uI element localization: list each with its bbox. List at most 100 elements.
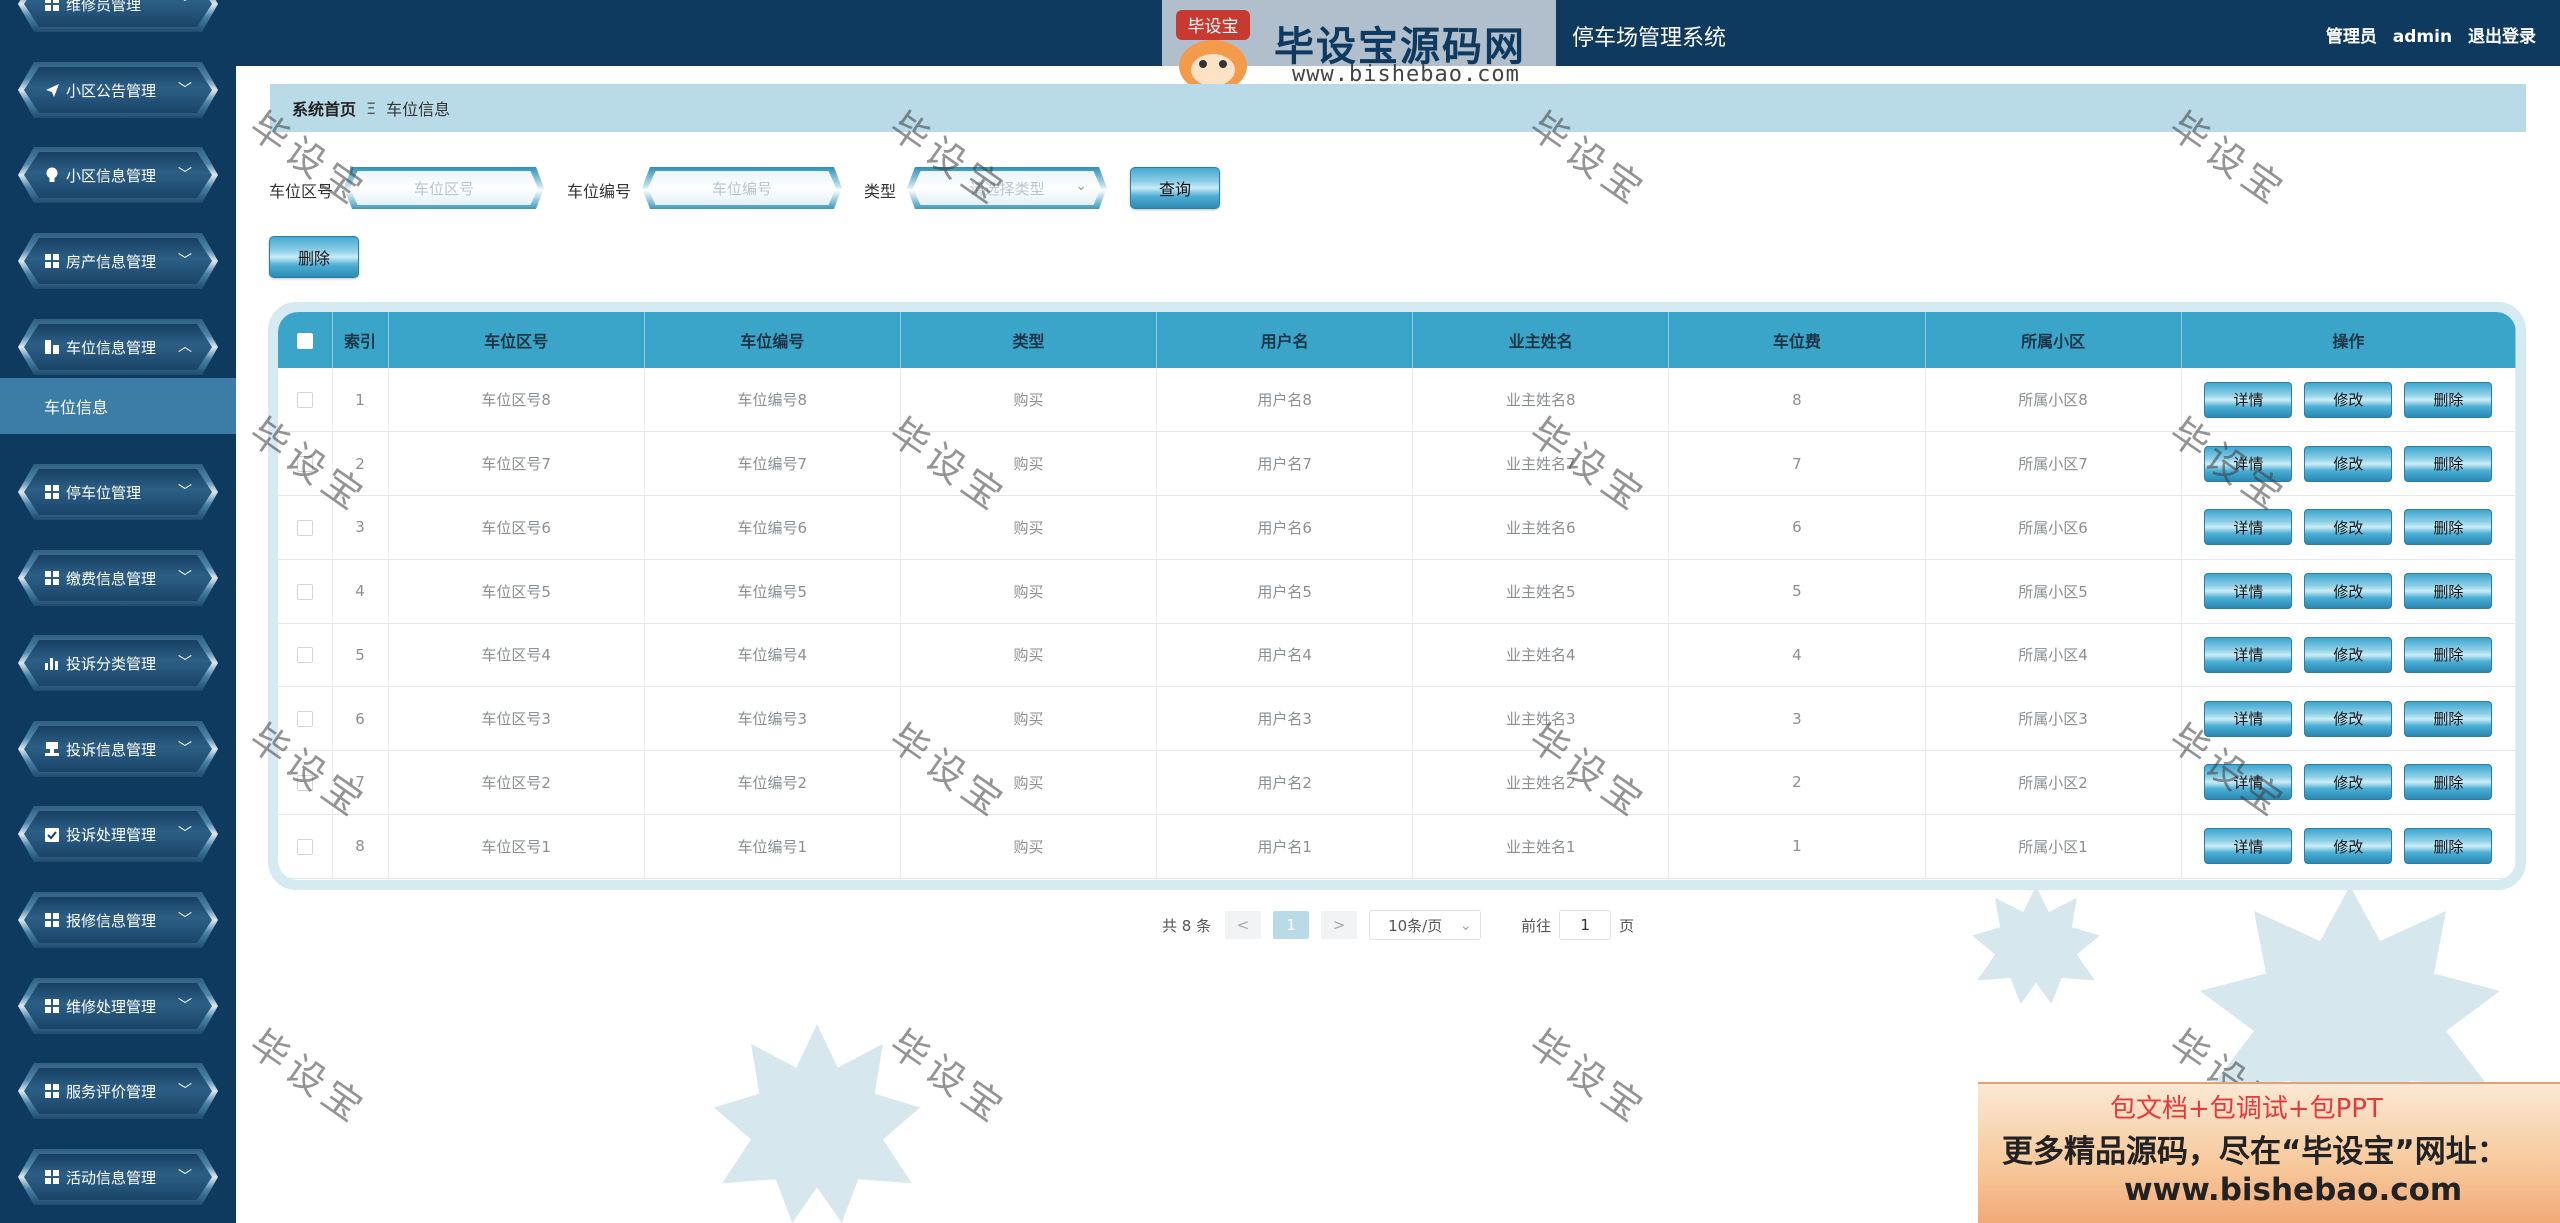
- detail-button[interactable]: 详情: [2204, 764, 2293, 801]
- sidebar-item[interactable]: 投诉处理管理 ﹀: [18, 806, 218, 862]
- row-checkbox[interactable]: [296, 647, 313, 664]
- breadcrumb-home[interactable]: 系统首页: [292, 96, 356, 120]
- row-checkbox[interactable]: [296, 456, 313, 473]
- table-row: 1 车位区号8 车位编号8 购买 用户名8 业主姓名8 8 所属小区8 详情 修改 删除: [278, 368, 2516, 433]
- delete-button[interactable]: 删除: [2404, 828, 2493, 865]
- batch-delete-button[interactable]: 删除: [269, 236, 359, 278]
- detail-button[interactable]: 详情: [2204, 445, 2293, 482]
- cell-number: 车位编号3: [644, 686, 901, 751]
- row-checkbox[interactable]: [296, 519, 313, 536]
- query-button[interactable]: 查询: [1130, 167, 1220, 209]
- edit-button[interactable]: 修改: [2304, 381, 2393, 418]
- sidebar-item[interactable]: 维修员管理 ﹀: [18, 0, 218, 32]
- delete-button[interactable]: 删除: [2404, 636, 2493, 673]
- cell-fee: 2: [1668, 750, 1926, 815]
- page-1-button[interactable]: 1: [1273, 911, 1310, 939]
- edit-button[interactable]: 修改: [2304, 700, 2393, 737]
- detail-button[interactable]: 详情: [2204, 828, 2293, 865]
- sidebar-item[interactable]: 小区信息管理 ﹀: [18, 147, 218, 203]
- number-label: 车位编号: [567, 182, 632, 201]
- select-all-checkbox[interactable]: [296, 333, 313, 349]
- prev-page-button[interactable]: <: [1225, 911, 1262, 939]
- row-checkbox[interactable]: [296, 392, 313, 409]
- sidebar-item[interactable]: 缴费信息管理 ﹀: [18, 550, 218, 606]
- sidebar-subitem-parking-info[interactable]: 车位信息: [0, 378, 236, 434]
- row-select-cell[interactable]: [278, 431, 333, 496]
- sidebar-item-label: 小区信息管理: [66, 166, 157, 185]
- cell-zone: 车位区号4: [388, 623, 645, 688]
- page-size-select[interactable]: 10条/页 ⌄: [1369, 910, 1482, 940]
- edit-button[interactable]: 修改: [2304, 509, 2393, 546]
- delete-button[interactable]: 删除: [2404, 700, 2493, 737]
- goto-label: 前往: [1521, 916, 1552, 935]
- select-all-header[interactable]: [278, 312, 333, 368]
- delete-button[interactable]: 删除: [2404, 764, 2493, 801]
- parking-table: 索引 车位区号 车位编号 类型 用户名 业主姓名 车位费 所属小区 操作 1 车位…: [278, 312, 2516, 879]
- detail-button[interactable]: 详情: [2204, 573, 2293, 610]
- row-select-cell[interactable]: [278, 814, 333, 879]
- sidebar-item[interactable]: 活动信息管理 ﹀: [18, 1149, 218, 1205]
- sidebar-item[interactable]: 投诉信息管理 ﹀: [18, 721, 218, 777]
- sidebar-item[interactable]: 车位信息管理 ︿: [18, 319, 218, 375]
- sidebar-item[interactable]: 报修信息管理 ﹀: [18, 892, 218, 948]
- sidebar-item[interactable]: 小区公告管理 ﹀: [18, 62, 218, 118]
- sidebar-item-label: 服务评价管理: [66, 1082, 157, 1101]
- cell-owner: 业主姓名5: [1412, 559, 1670, 624]
- cell-zone: 车位区号1: [388, 814, 645, 879]
- cell-index: 5: [332, 623, 389, 688]
- edit-button[interactable]: 修改: [2304, 764, 2393, 801]
- row-select-cell[interactable]: [278, 623, 333, 688]
- sidebar-item[interactable]: 投诉分类管理 ﹀: [18, 635, 218, 691]
- row-select-cell[interactable]: [278, 495, 333, 560]
- cell-fee: 5: [1668, 559, 1926, 624]
- delete-button[interactable]: 删除: [2404, 381, 2493, 418]
- cell-owner: 业主姓名8: [1412, 368, 1670, 433]
- breadcrumb: 系统首页 Ξ 车位信息: [270, 84, 2526, 132]
- row-select-cell[interactable]: [278, 686, 333, 751]
- sidebar-item[interactable]: 停车位管理 ﹀: [18, 464, 218, 520]
- edit-button[interactable]: 修改: [2304, 636, 2393, 673]
- cell-fee: 3: [1668, 686, 1926, 751]
- row-checkbox[interactable]: [296, 838, 313, 855]
- detail-button[interactable]: 详情: [2204, 381, 2293, 418]
- stamp-icon: [44, 741, 60, 757]
- ad-banner[interactable]: 包文档+包调试+包PPT 更多精品源码，尽在“毕设宝”网址： www.bishe…: [1978, 1082, 2560, 1223]
- cell-community: 所属小区5: [1925, 559, 2182, 624]
- delete-button[interactable]: 删除: [2404, 573, 2493, 610]
- row-select-cell[interactable]: [278, 750, 333, 815]
- number-input[interactable]: 车位编号: [642, 167, 842, 209]
- goto-page-input[interactable]: 1: [1559, 910, 1612, 940]
- detail-button[interactable]: 详情: [2204, 636, 2293, 673]
- cell-number: 车位编号7: [644, 431, 901, 496]
- cell-owner: 业主姓名6: [1412, 495, 1670, 560]
- chevron-down-icon: ﹀: [178, 0, 192, 12]
- next-page-button[interactable]: >: [1321, 911, 1358, 939]
- edit-button[interactable]: 修改: [2304, 445, 2393, 482]
- grid-icon: [44, 1169, 60, 1185]
- detail-button[interactable]: 详情: [2204, 700, 2293, 737]
- mascot-logo-icon: 毕设宝: [1176, 10, 1250, 92]
- zone-input[interactable]: 车位区号: [344, 167, 544, 209]
- grid-icon: [44, 912, 60, 928]
- type-select[interactable]: 请选择类型 ⌄: [907, 167, 1107, 209]
- cell-number: 车位编号2: [644, 750, 901, 815]
- delete-button[interactable]: 删除: [2404, 509, 2493, 546]
- chevron-down-icon: ﹀: [178, 484, 192, 500]
- row-select-cell[interactable]: [278, 368, 333, 433]
- row-select-cell[interactable]: [278, 559, 333, 624]
- row-checkbox[interactable]: [296, 711, 313, 728]
- row-checkbox[interactable]: [296, 774, 313, 791]
- cell-actions: 详情 修改 删除: [2181, 431, 2516, 496]
- page-suffix: 页: [1619, 916, 1635, 935]
- detail-button[interactable]: 详情: [2204, 509, 2293, 546]
- cell-owner: 业主姓名2: [1412, 750, 1670, 815]
- edit-button[interactable]: 修改: [2304, 828, 2393, 865]
- delete-button[interactable]: 删除: [2404, 445, 2493, 482]
- row-checkbox[interactable]: [296, 583, 313, 600]
- sidebar-item[interactable]: 服务评价管理 ﹀: [18, 1063, 218, 1119]
- sidebar-item[interactable]: 房产信息管理 ﹀: [18, 233, 218, 289]
- sidebar-item[interactable]: 维修处理管理 ﹀: [18, 978, 218, 1034]
- logout-link[interactable]: 退出登录: [2468, 27, 2536, 47]
- edit-button[interactable]: 修改: [2304, 573, 2393, 610]
- table-row: 4 车位区号5 车位编号5 购买 用户名5 业主姓名5 5 所属小区5 详情 修改 删除: [278, 559, 2516, 624]
